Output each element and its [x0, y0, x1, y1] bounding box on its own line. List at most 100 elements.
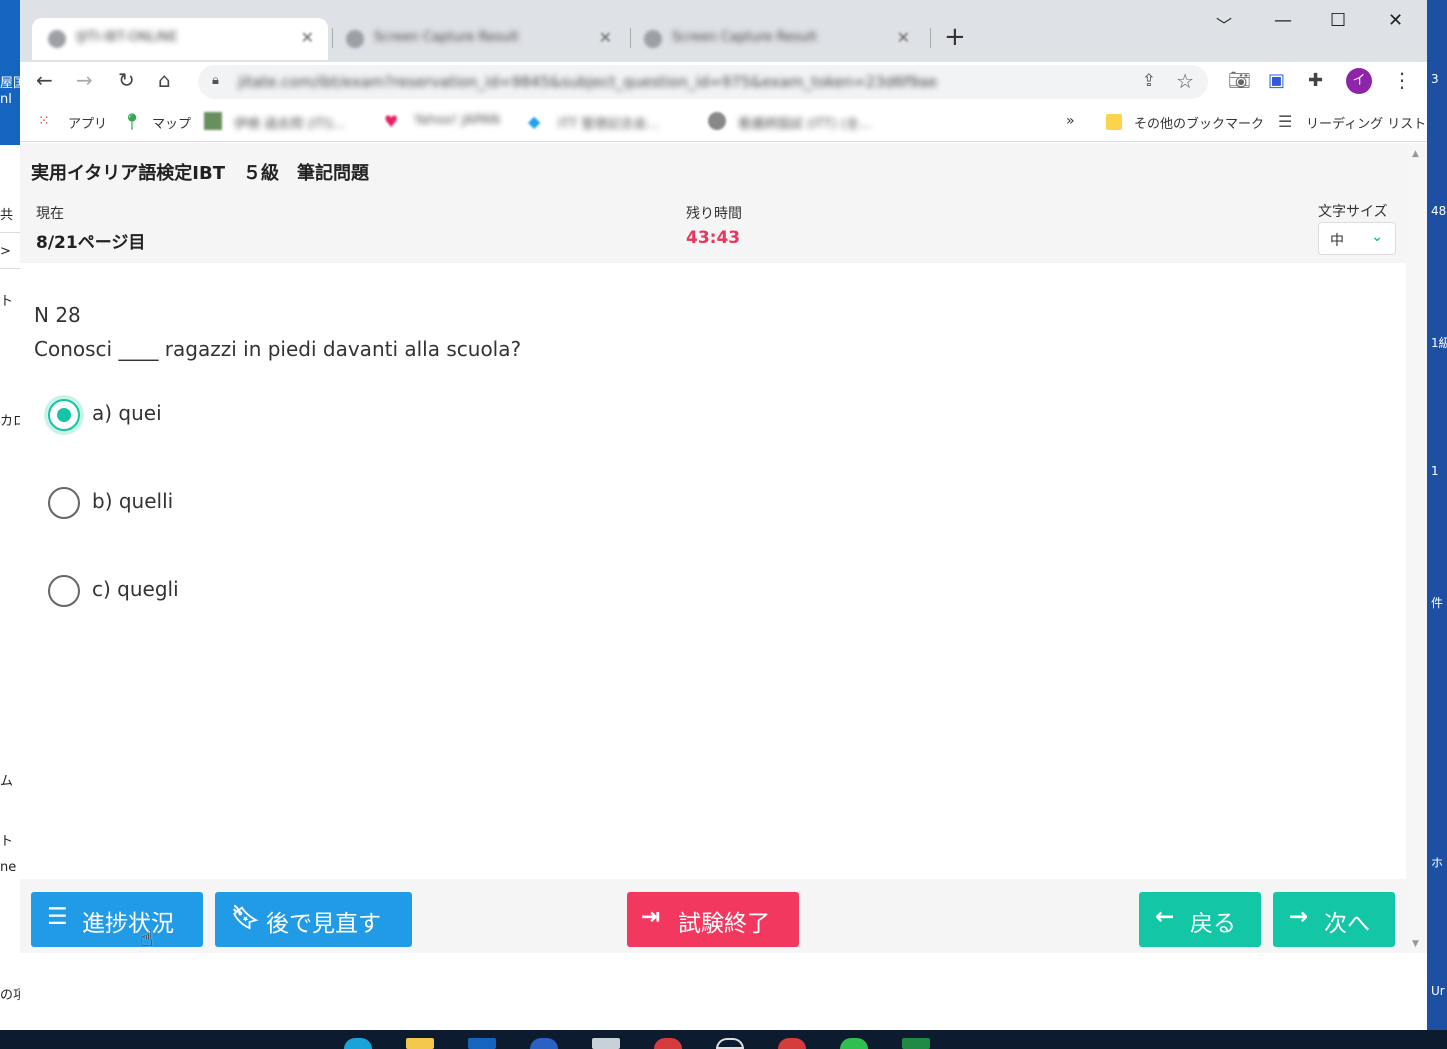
bookmark-icon: 🔖︎ — [231, 905, 261, 931]
sign-out-icon: ⇥ — [641, 904, 661, 930]
folder-icon — [1106, 114, 1122, 130]
tab-search-icon[interactable]: ﹀ — [1216, 12, 1232, 36]
page-scrollbar[interactable]: ▲ ▼ — [1406, 143, 1427, 953]
next-button-label: 次へ — [1324, 911, 1370, 937]
bookmark-favicon-icon — [708, 112, 726, 130]
back-button[interactable]: ← 戻る — [1139, 892, 1261, 947]
taskbar-folder-icon[interactable] — [406, 1038, 434, 1049]
tab-screen-capture-2[interactable]: Screen Capture Result ✕ — [628, 18, 924, 60]
bookmark-other[interactable]: その他のブックマーク — [1134, 113, 1264, 132]
scroll-down-icon[interactable]: ▼ — [1412, 939, 1419, 949]
progress-button[interactable]: ☰ 進捗状況 — [31, 892, 203, 947]
bookmark-blurred[interactable]: Yahoo! JAPAN — [414, 113, 500, 128]
tab-favicon-icon — [48, 30, 66, 48]
address-bar[interactable]: 🔒︎ jitate.com/ibt/exam?reservation_id=98… — [198, 65, 1208, 99]
option-label: b) quelli — [92, 489, 174, 513]
bookmark-blurred[interactable]: 伊検 過去問 (ITI)... — [234, 113, 345, 132]
tab-active[interactable]: IJITI-IBT-ONLINE ✕ — [32, 18, 328, 60]
new-tab-button[interactable]: + — [944, 22, 966, 52]
question-text: Conosci ____ ragazzi in piedi davanti al… — [34, 337, 522, 361]
extension-icon[interactable]: ▣ — [1268, 70, 1285, 91]
tab-title: Screen Capture Result — [374, 30, 519, 45]
taskbar-excel-icon[interactable] — [902, 1038, 930, 1049]
review-later-button[interactable]: 🔖︎ 後で見直す — [215, 892, 412, 947]
tab-close-icon[interactable]: ✕ — [301, 28, 314, 47]
radio-button[interactable] — [48, 487, 80, 519]
arrow-right-icon: → — [1289, 904, 1309, 930]
next-button[interactable]: → 次へ — [1273, 892, 1395, 947]
answer-option-a[interactable]: a) quei — [48, 399, 348, 433]
reload-icon[interactable]: ↻ — [118, 68, 135, 92]
desktop-fragment: 1 — [1431, 464, 1439, 478]
end-exam-label: 試験終了 — [678, 911, 770, 937]
reading-list[interactable]: リーディング リスト — [1306, 113, 1426, 132]
review-later-label: 後で見直す — [266, 911, 381, 937]
profile-avatar[interactable]: イ — [1346, 68, 1372, 94]
minimize-icon[interactable]: — — [1274, 10, 1292, 31]
tab-screen-capture-1[interactable]: Screen Capture Result ✕ — [330, 18, 626, 60]
current-page-value: 8/21ページ目 — [36, 233, 146, 253]
font-size-label: 文字サイズ — [1318, 204, 1388, 220]
browser-toolbar: ← → ↻ ⌂ 🔒︎ jitate.com/ibt/exam?reservati… — [20, 62, 1427, 102]
taskbar-app-icon[interactable] — [530, 1038, 558, 1049]
desktop-fragment: ne — [0, 860, 17, 875]
option-label: a) quei — [92, 401, 162, 425]
desktop-fragment: 共 — [0, 208, 14, 223]
desktop-fragment: > — [0, 244, 11, 259]
tab-close-icon[interactable]: ✕ — [599, 28, 612, 47]
forward-arrow-icon[interactable]: → — [76, 68, 93, 92]
back-arrow-icon[interactable]: ← — [36, 68, 53, 92]
bookmarks-overflow-icon[interactable]: » — [1066, 113, 1075, 129]
desktop-fragment: ホ — [1431, 856, 1444, 870]
desktop-fragment: 1級 — [1431, 336, 1447, 350]
answer-option-b[interactable]: b) quelli — [48, 487, 348, 521]
desktop-fragment: 3 — [1431, 72, 1439, 86]
desktop-fragment: 件 — [1431, 596, 1444, 610]
share-icon[interactable]: ⇪ — [1142, 71, 1156, 91]
home-icon[interactable]: ⌂ — [158, 68, 171, 92]
desktop-fragment: Ur — [1431, 984, 1445, 998]
bookmark-apps[interactable]: アプリ — [68, 113, 107, 132]
bookmark-maps[interactable]: マップ — [152, 113, 191, 132]
radio-button-selected[interactable] — [48, 399, 80, 431]
bookmark-favicon-icon — [204, 112, 222, 130]
tab-favicon-icon — [644, 30, 662, 48]
answer-option-c[interactable]: c) quegli — [48, 575, 348, 609]
exam-title: 実用イタリア語検定IBT ５級 筆記問題 — [31, 163, 369, 184]
camera-extension-icon[interactable]: 📷︎ — [1228, 70, 1251, 91]
scroll-up-icon[interactable]: ▲ — [1412, 149, 1419, 159]
radio-button[interactable] — [48, 575, 80, 607]
bookmark-star-icon[interactable]: ☆ — [1176, 69, 1194, 93]
desktop-fragment: ム — [0, 774, 14, 789]
exam-footer: ☰ 進捗状況 🔖︎ 後で見直す ⇥ 試験終了 ← 戻る → 次へ — [20, 879, 1406, 953]
bookmarks-bar: ⁙ アプリ 📍︎ マップ 伊検 過去問 (ITI)... ♥ Yahoo! JA… — [20, 102, 1427, 142]
question-number: N 28 — [34, 303, 81, 327]
arrow-left-icon: ← — [1155, 904, 1175, 930]
bookmark-blurred[interactable]: 看護師国試 (ITT) (全... — [738, 113, 871, 132]
extensions-puzzle-icon[interactable]: ✚ — [1308, 70, 1323, 91]
browser-window: IJITI-IBT-ONLINE ✕ Screen Capture Result… — [20, 0, 1427, 953]
chrome-menu-icon[interactable]: ⋮ — [1392, 68, 1412, 92]
reading-list-icon: ☰ — [1278, 112, 1293, 131]
font-size-select[interactable]: 中 ⌄ — [1318, 222, 1396, 255]
tab-close-icon[interactable]: ✕ — [897, 28, 910, 47]
taskbar-app-icon[interactable] — [592, 1038, 620, 1049]
url-text: jitate.com/ibt/exam?reservation_id=9845&… — [238, 73, 938, 91]
desktop-fragment: 屋国 — [0, 76, 22, 91]
bookmark-blurred[interactable]: ITT 聖徳記念会... — [558, 113, 659, 132]
close-window-icon[interactable]: ✕ — [1388, 10, 1403, 31]
maximize-icon[interactable]: ☐ — [1330, 10, 1346, 31]
desktop-fragment: ト — [0, 834, 14, 849]
taskbar-mail-icon[interactable] — [468, 1038, 496, 1049]
taskbar-line-icon[interactable] — [840, 1038, 868, 1049]
window-bottom-area — [20, 953, 1427, 1030]
end-exam-button[interactable]: ⇥ 試験終了 — [627, 892, 799, 947]
taskbar-edge-icon[interactable] — [344, 1038, 372, 1049]
taskbar-chrome-icon[interactable] — [778, 1038, 806, 1049]
current-page-label: 現在 — [36, 206, 64, 222]
taskbar-app-icon[interactable] — [716, 1038, 744, 1049]
taskbar-app-icon[interactable] — [654, 1038, 682, 1049]
apps-grid-icon: ⁙ — [38, 113, 50, 129]
remaining-time-value: 43:43 — [686, 228, 741, 248]
bookmark-favicon-icon: ◆ — [528, 112, 541, 131]
